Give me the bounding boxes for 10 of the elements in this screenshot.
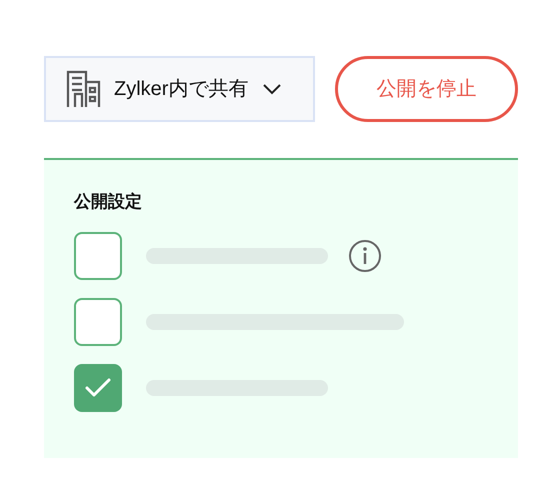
checkbox[interactable] bbox=[74, 232, 122, 280]
chevron-down-icon bbox=[262, 83, 282, 95]
share-dropdown[interactable]: Zylker内で共有 bbox=[44, 56, 315, 122]
stop-publishing-button[interactable]: 公開を停止 bbox=[334, 56, 518, 122]
info-icon[interactable] bbox=[348, 239, 382, 273]
checkbox[interactable] bbox=[74, 364, 122, 412]
panel-title: 公開設定 bbox=[74, 191, 142, 213]
checkmark-icon bbox=[85, 378, 111, 398]
building-icon bbox=[66, 70, 102, 108]
checkbox[interactable] bbox=[74, 298, 122, 346]
